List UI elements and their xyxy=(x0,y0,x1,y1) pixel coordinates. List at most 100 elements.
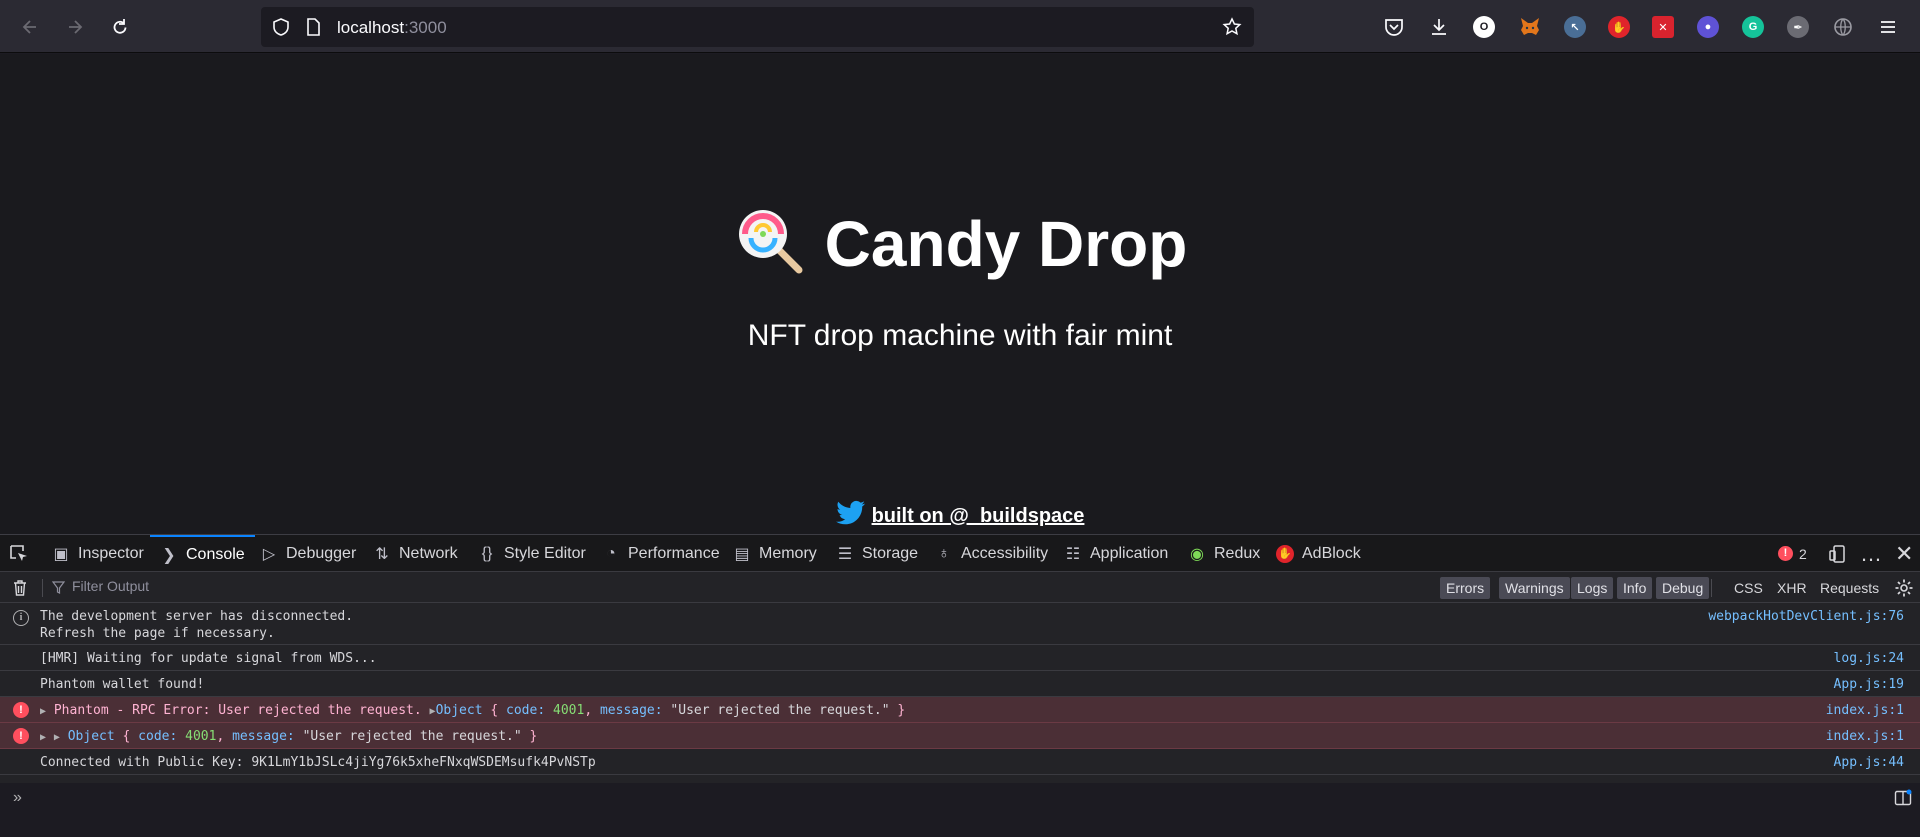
filter-warnings-button[interactable]: Warnings xyxy=(1499,577,1570,599)
settings-gear-icon[interactable] xyxy=(1894,578,1914,598)
page-info-icon[interactable] xyxy=(303,17,323,37)
back-button[interactable] xyxy=(15,12,45,42)
error-icon: ! xyxy=(1778,546,1793,561)
console-message-log: Connected with Public Key: 9K1LmY1bJSLc4… xyxy=(0,749,1920,775)
more-options-icon: … xyxy=(1860,540,1883,566)
opera-icon[interactable]: O xyxy=(1473,16,1495,38)
back-arrow-icon xyxy=(22,20,36,34)
expand-triangle-icon[interactable]: ▶ xyxy=(54,732,60,743)
tab-style-editor[interactable]: {} Style Editor xyxy=(478,535,586,572)
responsive-mode-button[interactable] xyxy=(1828,535,1848,572)
tab-redux[interactable]: ◉ Redux xyxy=(1188,535,1260,572)
filter-debug-button[interactable]: Debug xyxy=(1656,577,1710,599)
error-count-badge[interactable]: ! 2 xyxy=(1778,535,1807,572)
prompt-chevron-icon: » xyxy=(13,789,22,806)
divider xyxy=(1711,579,1712,597)
expand-triangle-icon[interactable]: ▶ xyxy=(40,706,46,717)
filter-errors-button[interactable]: Errors xyxy=(1440,577,1491,599)
close-icon: ✕ xyxy=(1895,540,1914,566)
tab-memory[interactable]: ▤ Memory xyxy=(733,535,816,572)
forward-button[interactable] xyxy=(60,12,90,42)
bookmark-star-icon[interactable] xyxy=(1222,17,1242,37)
storage-icon: ☰ xyxy=(837,545,853,563)
log-text: Connected with Public Key: 9K1LmY1bJSLc4… xyxy=(40,755,596,770)
trash-icon[interactable] xyxy=(11,579,29,597)
split-console-icon[interactable] xyxy=(1894,789,1912,807)
tab-inspector[interactable]: ▣ Inspector xyxy=(52,535,143,572)
error-icon: ! xyxy=(13,728,29,744)
devtools-panel: ▣ Inspector ❯ Console ▷ Debugger ⇅ Network {… xyxy=(0,534,1920,837)
filter-css-toggle[interactable]: CSS xyxy=(1734,577,1763,599)
tab-performance[interactable]: ◔ Performance xyxy=(602,535,719,572)
console-message-info: i The development server has disconnecte… xyxy=(0,604,1920,645)
console-icon: ❯ xyxy=(162,546,176,564)
info-icon: i xyxy=(13,610,29,626)
stop-hand-icon[interactable]: ✋ xyxy=(1608,16,1630,38)
log-source-link[interactable]: index.js:1 xyxy=(1826,703,1904,718)
log-source-link[interactable]: App.js:44 xyxy=(1834,755,1904,770)
log-text: ▶ Phantom - RPC Error: User rejected the… xyxy=(40,703,906,718)
tab-adblock[interactable]: ✋ AdBlock xyxy=(1276,535,1361,572)
devtools-menu-button[interactable]: … xyxy=(1860,535,1883,572)
expand-triangle-icon[interactable]: ▶ xyxy=(40,732,46,743)
filter-logs-button[interactable]: Logs xyxy=(1571,577,1614,599)
tab-debugger[interactable]: ▷ Debugger xyxy=(260,535,356,572)
accessibility-icon: ♁ xyxy=(938,544,950,562)
divider xyxy=(42,579,43,597)
application-icon: ☷ xyxy=(1065,545,1081,563)
cursor-ext-icon[interactable]: ↖ xyxy=(1564,16,1586,38)
filter-output-input[interactable]: Filter Output xyxy=(50,578,650,598)
log-source-link[interactable]: log.js:24 xyxy=(1834,651,1904,666)
adblock-icon: ✋ xyxy=(1276,544,1294,563)
tab-console[interactable]: ❯ Console xyxy=(150,535,255,572)
log-text: The development server has disconnected. xyxy=(40,609,354,624)
style-editor-icon: {} xyxy=(481,544,493,562)
filter-xhr-toggle[interactable]: XHR xyxy=(1777,577,1807,599)
log-source-link[interactable]: index.js:1 xyxy=(1826,729,1904,744)
page-content: Candy Drop NFT drop machine with fair mi… xyxy=(0,54,1920,534)
console-filter-bar: Filter Output Errors Warnings Logs Info … xyxy=(0,573,1920,603)
element-picker-icon xyxy=(10,544,27,561)
console-message-log: [HMR] Waiting for update signal from WDS… xyxy=(0,645,1920,671)
tab-application[interactable]: ☷ Application xyxy=(1064,535,1168,572)
tab-accessibility[interactable]: ♁ Accessibility xyxy=(935,535,1048,572)
grammarly-icon[interactable]: G xyxy=(1742,16,1764,38)
feather-icon[interactable]: ✒ xyxy=(1787,16,1809,38)
filter-requests-toggle[interactable]: Requests xyxy=(1820,577,1879,599)
redux-icon: ◉ xyxy=(1190,545,1204,563)
console-message-error[interactable]: ! ▶ ▶ Object { code: 4001, message: "Use… xyxy=(0,723,1920,749)
ghost-ext-icon[interactable]: ● xyxy=(1697,16,1719,38)
lollipop-icon xyxy=(738,210,803,274)
url-bar[interactable]: localhost:3000 xyxy=(261,7,1254,47)
pocket-icon[interactable] xyxy=(1383,16,1405,38)
responsive-design-icon xyxy=(1829,544,1845,563)
shield-icon[interactable] xyxy=(271,17,291,37)
twitter-bird-icon xyxy=(835,500,865,525)
browser-toolbar: localhost:3000 O ↖ ✋ ✕ ● G ✒ xyxy=(0,0,1920,53)
tab-storage[interactable]: ☰ Storage xyxy=(836,535,918,572)
performance-icon: ◔ xyxy=(606,544,616,562)
element-picker-button[interactable] xyxy=(8,535,30,572)
debugger-icon: ▷ xyxy=(262,545,276,563)
reload-button[interactable] xyxy=(105,12,135,42)
console-message-log: Phantom wallet found! App.js:19 xyxy=(0,671,1920,697)
hamburger-menu-icon[interactable] xyxy=(1878,17,1898,37)
buildspace-link[interactable]: built on @_buildspace xyxy=(0,500,1920,528)
url-text[interactable]: localhost:3000 xyxy=(337,18,447,38)
filter-info-button[interactable]: Info xyxy=(1617,577,1653,599)
console-message-error[interactable]: ! ▶ Phantom - RPC Error: User rejected t… xyxy=(0,697,1920,723)
devtools-close-button[interactable]: ✕ xyxy=(1895,535,1913,572)
console-input[interactable]: » xyxy=(0,783,1920,837)
log-text: [HMR] Waiting for update signal from WDS… xyxy=(40,651,377,666)
log-text: ▶ ▶ Object { code: 4001, message: "User … xyxy=(40,729,538,744)
network-icon: ⇅ xyxy=(375,545,389,563)
inspector-icon: ▣ xyxy=(53,545,69,563)
log-text: Phantom wallet found! xyxy=(40,677,205,692)
metamask-icon[interactable] xyxy=(1518,15,1542,39)
globe-icon[interactable] xyxy=(1832,16,1854,38)
log-source-link[interactable]: App.js:19 xyxy=(1834,677,1904,692)
color-picker-icon[interactable]: ✕ xyxy=(1652,16,1674,38)
tab-network[interactable]: ⇅ Network xyxy=(373,535,457,572)
download-icon[interactable] xyxy=(1428,16,1450,38)
log-source-link[interactable]: webpackHotDevClient.js:76 xyxy=(1708,609,1904,624)
